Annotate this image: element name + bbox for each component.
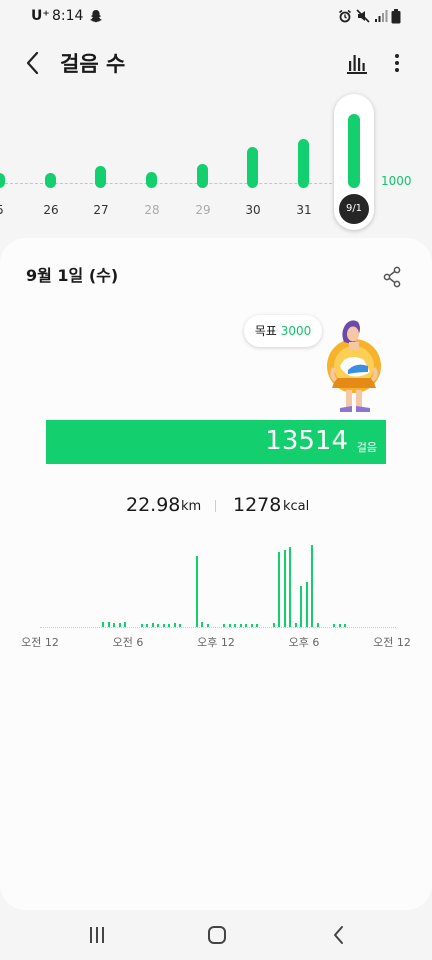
stats-row: 22.98 km 1278 kcal bbox=[0, 492, 432, 520]
day-bar-29[interactable] bbox=[197, 164, 208, 188]
runner-mascot-illustration bbox=[327, 320, 381, 412]
day-label-29[interactable]: 29 bbox=[183, 203, 223, 217]
hour-label-3: 오후 6 bbox=[288, 636, 320, 649]
steps-value: 13514 bbox=[265, 426, 348, 456]
hourly-bar bbox=[146, 624, 148, 627]
daily-summary-card: 9월 1일 (수) 목표 3000 13514 걸음 22.98 km 1278 bbox=[0, 238, 432, 910]
hourly-bar bbox=[157, 624, 159, 627]
day-bar-30[interactable] bbox=[247, 147, 258, 188]
hour-label-4: 오전 12 bbox=[373, 636, 411, 649]
back-nav-icon[interactable] bbox=[325, 922, 353, 948]
hourly-bar bbox=[179, 624, 181, 627]
back-arrow-icon[interactable] bbox=[18, 48, 48, 78]
day-label-5[interactable]: 5 bbox=[0, 203, 20, 217]
hourly-bar bbox=[245, 624, 247, 627]
day-bar-28[interactable] bbox=[146, 172, 157, 188]
system-nav-bar bbox=[0, 910, 432, 960]
hourly-bar bbox=[223, 624, 225, 627]
hourly-bar bbox=[113, 623, 115, 627]
status-bar: U⁺ 8:14 bbox=[0, 0, 432, 34]
day-label-26[interactable]: 26 bbox=[31, 203, 71, 217]
calories-value: 1278 bbox=[233, 494, 282, 516]
hour-label-1: 오전 6 bbox=[112, 636, 144, 649]
status-time: 8:14 bbox=[52, 8, 84, 24]
day-bar-26[interactable] bbox=[45, 173, 56, 188]
hourly-bar bbox=[295, 623, 297, 627]
hourly-bar bbox=[196, 556, 198, 627]
goal-bubble: 목표 3000 bbox=[244, 315, 322, 347]
goal-line-label: 1000 bbox=[381, 174, 412, 188]
hourly-bar bbox=[108, 622, 110, 627]
hourly-bar bbox=[141, 624, 143, 627]
day-bar-31[interactable] bbox=[298, 139, 309, 188]
hourly-bar bbox=[311, 545, 313, 627]
hour-label-0: 오전 12 bbox=[21, 636, 59, 649]
hourly-bar bbox=[240, 624, 242, 627]
goal-prefix: 목표 bbox=[254, 324, 277, 338]
hourly-bar bbox=[251, 624, 253, 627]
steps-total-bar: 13514 걸음 bbox=[46, 420, 386, 464]
hourly-bar bbox=[273, 623, 275, 627]
day-label-27[interactable]: 27 bbox=[81, 203, 121, 217]
battery-icon bbox=[391, 9, 401, 24]
hourly-bar bbox=[234, 624, 236, 627]
hourly-bar bbox=[339, 624, 341, 627]
hourly-steps-chart bbox=[40, 538, 396, 630]
selected-day-badge[interactable]: 9/1 bbox=[339, 194, 369, 224]
hourly-bar bbox=[284, 550, 286, 627]
hourly-bar bbox=[344, 624, 346, 627]
hourly-bar bbox=[174, 623, 176, 627]
day-label-31[interactable]: 31 bbox=[284, 203, 324, 217]
carrier-label: U⁺ bbox=[31, 8, 50, 24]
hourly-bar bbox=[333, 624, 335, 627]
distance-value: 22.98 bbox=[126, 494, 181, 516]
goal-value: 3000 bbox=[280, 324, 312, 338]
hourly-bar bbox=[306, 582, 308, 627]
day-bar-5[interactable] bbox=[0, 173, 5, 188]
recent-apps-icon[interactable] bbox=[83, 922, 111, 948]
hourly-baseline bbox=[40, 627, 396, 628]
hourly-bar bbox=[289, 547, 291, 627]
app-header: 걸음 수 bbox=[0, 40, 432, 84]
steps-unit: 걸음 bbox=[356, 441, 377, 454]
stats-divider bbox=[215, 500, 216, 512]
signal-icon bbox=[375, 10, 388, 22]
alarm-icon bbox=[339, 9, 351, 23]
day-bar-27[interactable] bbox=[95, 166, 106, 188]
share-icon[interactable] bbox=[382, 266, 402, 288]
day-label-28[interactable]: 28 bbox=[132, 203, 172, 217]
home-icon[interactable] bbox=[203, 922, 231, 948]
hourly-bar bbox=[300, 586, 302, 627]
calories-unit: kcal bbox=[283, 499, 310, 514]
hourly-bar bbox=[207, 624, 209, 627]
hourly-bar bbox=[102, 622, 104, 627]
day-label-30[interactable]: 30 bbox=[233, 203, 273, 217]
hourly-bar bbox=[168, 624, 170, 627]
mute-icon bbox=[356, 9, 370, 23]
date-title: 9월 1일 (수) bbox=[26, 266, 119, 285]
hourly-bar bbox=[119, 623, 121, 627]
hourly-bar bbox=[124, 622, 126, 627]
hourly-bar bbox=[278, 552, 280, 627]
hourly-bar bbox=[317, 623, 319, 627]
bar-chart-icon[interactable] bbox=[344, 50, 370, 76]
hourly-bar bbox=[256, 624, 258, 627]
hour-label-2: 오후 12 bbox=[197, 636, 235, 649]
hourly-bar bbox=[229, 624, 231, 627]
hourly-bar bbox=[163, 624, 165, 627]
page-title: 걸음 수 bbox=[60, 52, 126, 76]
distance-unit: km bbox=[181, 499, 202, 514]
selected-day-bar bbox=[348, 114, 360, 188]
hourly-bar bbox=[152, 623, 154, 627]
hourly-bar bbox=[201, 622, 203, 627]
snapchat-icon bbox=[90, 10, 102, 23]
more-vert-icon[interactable] bbox=[386, 48, 408, 78]
daily-steps-strip[interactable]: 1000 9/1 5 26 27 28 29 30 31 bbox=[0, 90, 432, 230]
